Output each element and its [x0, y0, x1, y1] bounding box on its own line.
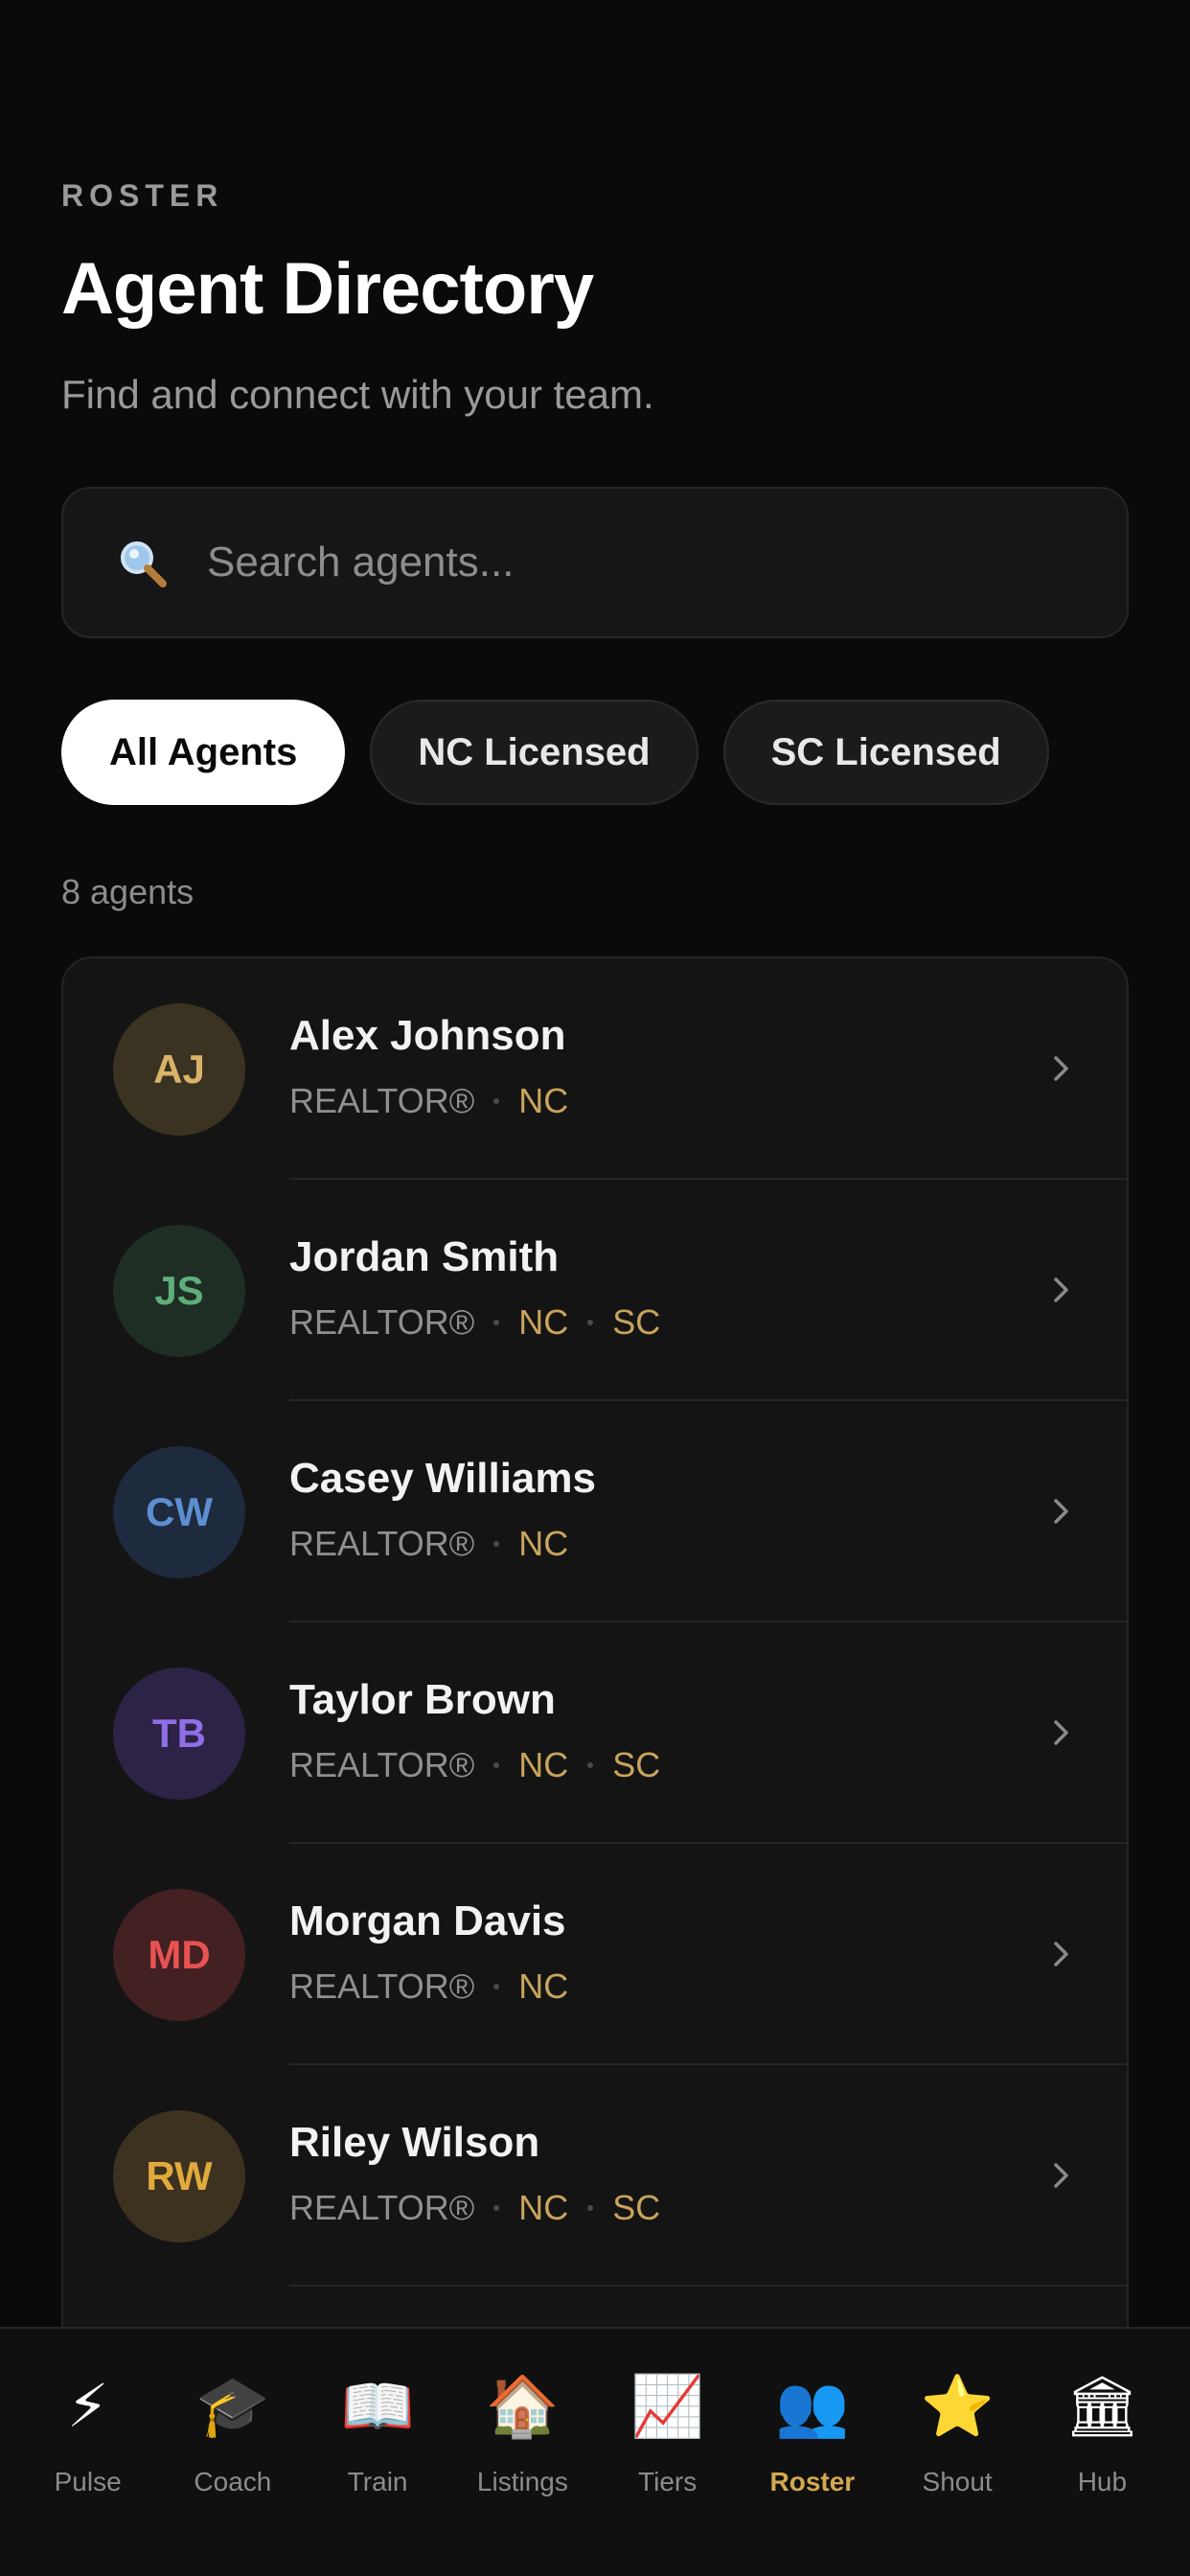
- license-badge-nc: NC: [518, 1302, 569, 1342]
- tab-label: Tiers: [638, 2467, 698, 2496]
- separator-dot: [587, 2205, 594, 2211]
- search-icon: [121, 541, 167, 587]
- license-badge-nc: NC: [518, 1966, 569, 2006]
- agent-role: REALTOR®: [289, 1302, 475, 1342]
- tab-coach[interactable]: 🎓 Coach: [166, 2329, 300, 2576]
- tab-listings[interactable]: 🏠 Listings: [455, 2329, 589, 2576]
- separator-dot: [493, 1762, 500, 1768]
- agent-name: Riley Wilson: [289, 2119, 540, 2166]
- filter-chips: All Agents NC Licensed SC Licensed: [61, 700, 1049, 805]
- tab-label: Hub: [1077, 2467, 1128, 2496]
- agent-row[interactable]: CW Casey Williams REALTOR® NC: [63, 1401, 1127, 1622]
- search-input[interactable]: [207, 539, 1069, 586]
- separator-dot: [493, 1098, 500, 1104]
- tab-label: Roster: [769, 2467, 856, 2496]
- agent-name: Morgan Davis: [289, 1898, 566, 1944]
- chevron-right-icon: [1054, 1720, 1068, 1745]
- agent-role: REALTOR®: [289, 1081, 475, 1120]
- separator-dot: [587, 1762, 594, 1768]
- tab-label: Coach: [194, 2467, 272, 2496]
- tab-hub[interactable]: 🏛 Hub: [1035, 2329, 1169, 2576]
- agent-name: Alex Johnson: [289, 1012, 566, 1059]
- tab-label: Pulse: [54, 2467, 122, 2496]
- page-subtitle: Find and connect with your team.: [61, 372, 654, 417]
- agent-role: REALTOR®: [289, 1524, 475, 1563]
- tab-label: Train: [347, 2467, 408, 2496]
- avatar: RW: [113, 2110, 245, 2242]
- agent-row[interactable]: MD Morgan Davis REALTOR® NC: [63, 1844, 1127, 2065]
- bottom-tab-bar: ⚡ Pulse 🎓 Coach 📖 Train 🏠 Listings 📈 Tie…: [0, 2327, 1190, 2576]
- separator-dot: [493, 2205, 500, 2211]
- agent-row[interactable]: JS Jordan Smith REALTOR® NC SC: [63, 1180, 1127, 1401]
- agent-name: Casey Williams: [289, 1455, 596, 1502]
- section-eyebrow: ROSTER: [61, 178, 224, 213]
- agent-row[interactable]: TB Taylor Brown REALTOR® NC SC: [63, 1622, 1127, 1844]
- chart-increasing-icon: 📈: [630, 2374, 705, 2440]
- tab-train[interactable]: 📖 Train: [310, 2329, 445, 2576]
- avatar: AJ: [113, 1003, 245, 1136]
- tab-shout[interactable]: ⭐ Shout: [890, 2329, 1024, 2576]
- tab-label: Shout: [922, 2467, 993, 2496]
- agent-role: REALTOR®: [289, 1966, 475, 2006]
- tab-pulse[interactable]: ⚡ Pulse: [21, 2329, 155, 2576]
- chevron-right-icon: [1054, 1056, 1068, 1081]
- graduation-cap-icon: 🎓: [195, 2374, 270, 2440]
- filter-chip-nc-licensed[interactable]: NC Licensed: [370, 700, 698, 805]
- tab-label: Listings: [476, 2467, 568, 2496]
- separator-dot: [493, 1541, 500, 1547]
- tab-roster[interactable]: 👥 Roster: [745, 2329, 880, 2576]
- license-badge-nc: NC: [518, 1524, 569, 1563]
- license-badge-nc: NC: [518, 1081, 569, 1120]
- license-badge-sc: SC: [612, 1302, 661, 1342]
- license-badge-sc: SC: [612, 2188, 661, 2227]
- agent-name: Jordan Smith: [289, 1233, 560, 1280]
- house-icon: 🏠: [485, 2374, 560, 2440]
- separator-dot: [493, 1984, 500, 1990]
- agent-count: 8 agents: [61, 872, 195, 911]
- agent-directory-screen: ROSTER Agent Directory Find and connect …: [0, 0, 1190, 2576]
- open-book-icon: 📖: [340, 2374, 415, 2440]
- agent-role: REALTOR®: [289, 2188, 475, 2227]
- filter-chip-all-agents[interactable]: All Agents: [61, 700, 346, 805]
- separator-dot: [493, 1320, 500, 1325]
- chevron-right-icon: [1054, 2163, 1068, 2188]
- avatar: TB: [113, 1668, 245, 1800]
- agent-row[interactable]: AJ Alex Johnson REALTOR® NC: [63, 958, 1127, 1180]
- avatar: CW: [113, 1446, 245, 1578]
- license-badge-nc: NC: [518, 2188, 569, 2227]
- avatar: JS: [113, 1225, 245, 1357]
- avatar: MD: [113, 1889, 245, 2021]
- page-title: Agent Directory: [61, 248, 594, 330]
- chevron-right-icon: [1054, 1942, 1068, 1966]
- people-icon: 👥: [775, 2374, 850, 2440]
- agent-row[interactable]: RW Riley Wilson REALTOR® NC SC: [63, 2065, 1127, 2287]
- license-badge-sc: SC: [612, 1745, 661, 1784]
- chevron-right-icon: [1054, 1499, 1068, 1524]
- chevron-right-icon: [1054, 1277, 1068, 1302]
- tab-tiers[interactable]: 📈 Tiers: [601, 2329, 735, 2576]
- agent-name: Taylor Brown: [289, 1676, 556, 1723]
- separator-dot: [587, 1320, 594, 1325]
- search-bar[interactable]: [61, 487, 1129, 638]
- filter-chip-sc-licensed[interactable]: SC Licensed: [722, 700, 1049, 805]
- lightning-icon: ⚡: [66, 2374, 109, 2440]
- star-icon: ⭐: [920, 2374, 995, 2440]
- license-badge-nc: NC: [518, 1745, 569, 1784]
- classical-building-icon: 🏛: [1064, 2374, 1140, 2440]
- agent-role: REALTOR®: [289, 1745, 475, 1784]
